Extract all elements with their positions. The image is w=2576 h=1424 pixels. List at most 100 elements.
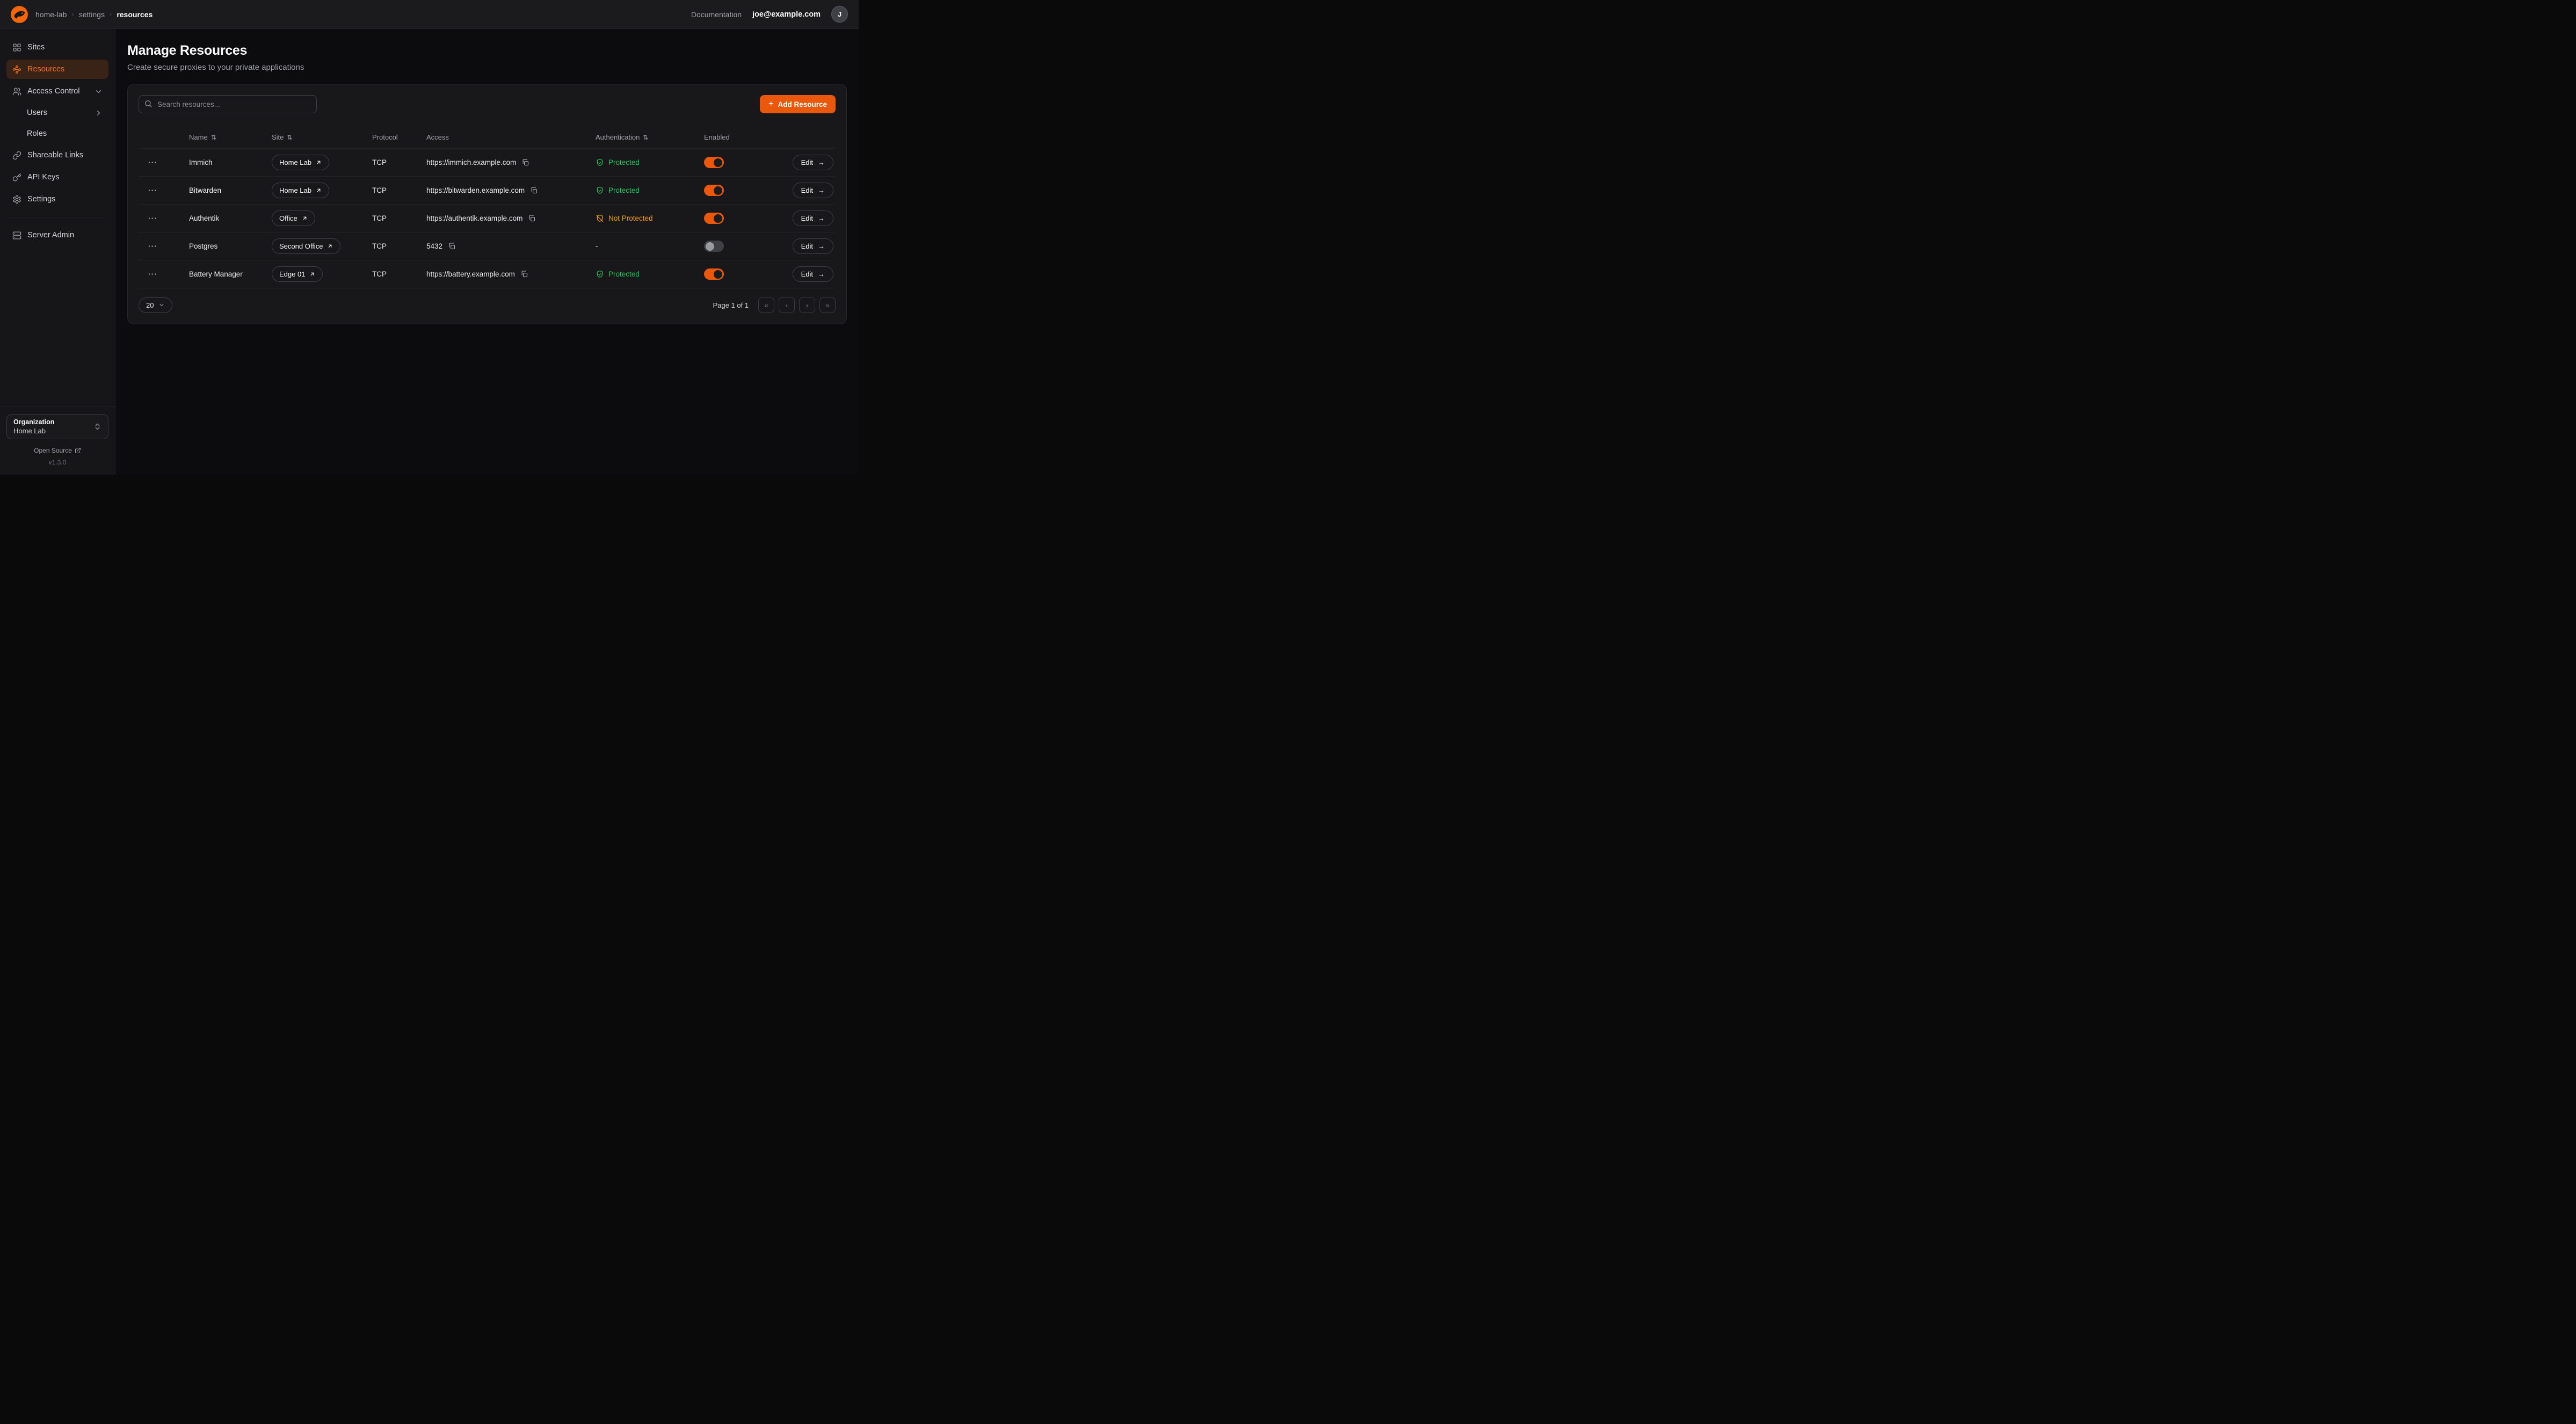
- site-name: Second Office: [279, 242, 323, 250]
- topbar-right: Documentation joe@example.com J: [691, 6, 848, 23]
- search-input[interactable]: [139, 95, 317, 113]
- resource-name: Authentik: [189, 214, 272, 222]
- arrow-right-icon: →: [818, 158, 825, 166]
- site-link[interactable]: Home Lab: [272, 183, 329, 198]
- breadcrumb-home-lab[interactable]: home-lab: [35, 10, 67, 19]
- header-authentication[interactable]: Authentication ⇅: [596, 133, 704, 141]
- open-source-link[interactable]: Open Source: [6, 447, 108, 454]
- next-page-button[interactable]: ›: [799, 297, 815, 313]
- auth-status-text: Protected: [608, 186, 640, 194]
- sidebar-item-roles[interactable]: Roles: [6, 125, 108, 143]
- open-source-label: Open Source: [34, 447, 72, 454]
- edit-button[interactable]: Edit →: [793, 238, 833, 254]
- site-link[interactable]: Home Lab: [272, 155, 329, 170]
- sidebar-item-server-admin[interactable]: Server Admin: [6, 226, 108, 245]
- access-url: https://bitwarden.example.com: [426, 186, 525, 194]
- chevron-right-icon: [95, 109, 103, 117]
- header-site[interactable]: Site ⇅: [272, 133, 372, 141]
- copy-icon[interactable]: [521, 158, 529, 166]
- enabled-toggle[interactable]: [704, 185, 724, 196]
- organization-selector[interactable]: Organization Home Lab: [6, 414, 108, 439]
- page-title: Manage Resources: [127, 43, 847, 59]
- sidebar-item-shareable-links[interactable]: Shareable Links: [6, 146, 108, 165]
- sidebar-item-sites[interactable]: Sites: [6, 38, 108, 57]
- shield-check-icon: [596, 158, 604, 167]
- avatar[interactable]: J: [831, 6, 848, 23]
- edit-label: Edit: [801, 270, 813, 278]
- gear-icon: [12, 195, 21, 204]
- enabled-toggle[interactable]: [704, 213, 724, 224]
- site-link[interactable]: Second Office: [272, 238, 340, 254]
- edit-button[interactable]: Edit →: [793, 266, 833, 282]
- row-actions-button[interactable]: ⋯: [148, 186, 157, 195]
- topbar: home-lab › settings › resources Document…: [0, 0, 859, 29]
- resource-protocol: TCP: [372, 242, 426, 250]
- enabled-toggle[interactable]: [704, 241, 724, 252]
- sidebar-item-api-keys[interactable]: API Keys: [6, 168, 108, 187]
- toggle-knob: [706, 242, 714, 251]
- site-link[interactable]: Edge 01: [272, 266, 323, 282]
- toggle-knob: [714, 214, 722, 223]
- site-link[interactable]: Office: [272, 210, 315, 226]
- auth-cell: Protected: [596, 186, 704, 195]
- app-logo[interactable]: [11, 6, 28, 23]
- breadcrumb-resources[interactable]: resources: [117, 10, 153, 19]
- external-link-icon: [316, 159, 322, 165]
- enabled-toggle[interactable]: [704, 268, 724, 280]
- page-size-select[interactable]: 20: [139, 297, 172, 313]
- access-url: https://immich.example.com: [426, 158, 516, 166]
- previous-page-button[interactable]: ‹: [779, 297, 795, 313]
- header-name-label: Name: [189, 133, 208, 141]
- page-size-value: 20: [146, 301, 154, 309]
- edit-label: Edit: [801, 186, 813, 194]
- breadcrumb-settings[interactable]: settings: [79, 10, 105, 19]
- copy-icon[interactable]: [448, 242, 456, 250]
- row-actions-button[interactable]: ⋯: [148, 214, 157, 223]
- resource-protocol: TCP: [372, 214, 426, 222]
- table-header: Name ⇅ Site ⇅ Protocol Access Authentica: [139, 126, 836, 149]
- header-site-label: Site: [272, 133, 284, 141]
- access-url: 5432: [426, 242, 442, 250]
- row-actions-button[interactable]: ⋯: [148, 158, 157, 167]
- sidebar-item-settings[interactable]: Settings: [6, 190, 108, 209]
- row-actions-button[interactable]: ⋯: [148, 270, 157, 279]
- link-icon: [12, 151, 21, 160]
- copy-icon[interactable]: [528, 214, 536, 222]
- add-resource-label: Add Resource: [778, 100, 827, 108]
- pagination: Page 1 of 1 « ‹ › »: [713, 297, 836, 313]
- sidebar-item-resources[interactable]: Resources: [6, 60, 108, 79]
- resource-name: Battery Manager: [189, 270, 272, 278]
- resource-name: Immich: [189, 158, 272, 166]
- auth-cell: Protected: [596, 270, 704, 279]
- page-subtitle: Create secure proxies to your private ap…: [127, 63, 847, 72]
- sidebar-item-label: Settings: [27, 195, 55, 204]
- last-page-button[interactable]: »: [819, 297, 836, 313]
- add-resource-button[interactable]: + Add Resource: [760, 95, 836, 113]
- user-email[interactable]: joe@example.com: [752, 10, 821, 19]
- resources-table: Name ⇅ Site ⇅ Protocol Access Authentica: [139, 126, 836, 288]
- row-actions-button[interactable]: ⋯: [148, 242, 157, 251]
- enabled-toggle[interactable]: [704, 157, 724, 168]
- sidebar-item-access-control[interactable]: Access Control: [6, 82, 108, 101]
- toggle-knob: [714, 186, 722, 195]
- shield-check-icon: [596, 270, 604, 279]
- copy-icon[interactable]: [520, 270, 528, 278]
- resource-name: Postgres: [189, 242, 272, 250]
- edit-button[interactable]: Edit →: [793, 183, 833, 198]
- breadcrumb-separator-icon: ›: [110, 10, 112, 18]
- first-page-button[interactable]: «: [758, 297, 774, 313]
- documentation-link[interactable]: Documentation: [691, 10, 742, 19]
- copy-icon[interactable]: [530, 186, 538, 194]
- header-name[interactable]: Name ⇅: [189, 133, 272, 141]
- sidebar-item-users[interactable]: Users: [6, 104, 108, 122]
- edit-button[interactable]: Edit →: [793, 210, 833, 226]
- edit-button[interactable]: Edit →: [793, 155, 833, 170]
- arrow-right-icon: →: [818, 214, 825, 222]
- breadcrumb: home-lab › settings › resources: [35, 10, 153, 19]
- card-toolbar: + Add Resource: [139, 95, 836, 113]
- sidebar-item-label: Resources: [27, 65, 64, 74]
- resource-protocol: TCP: [372, 158, 426, 166]
- header-access: Access: [426, 133, 596, 141]
- sort-icon: ⇅: [287, 133, 292, 141]
- sidebar-item-label: Access Control: [27, 87, 80, 96]
